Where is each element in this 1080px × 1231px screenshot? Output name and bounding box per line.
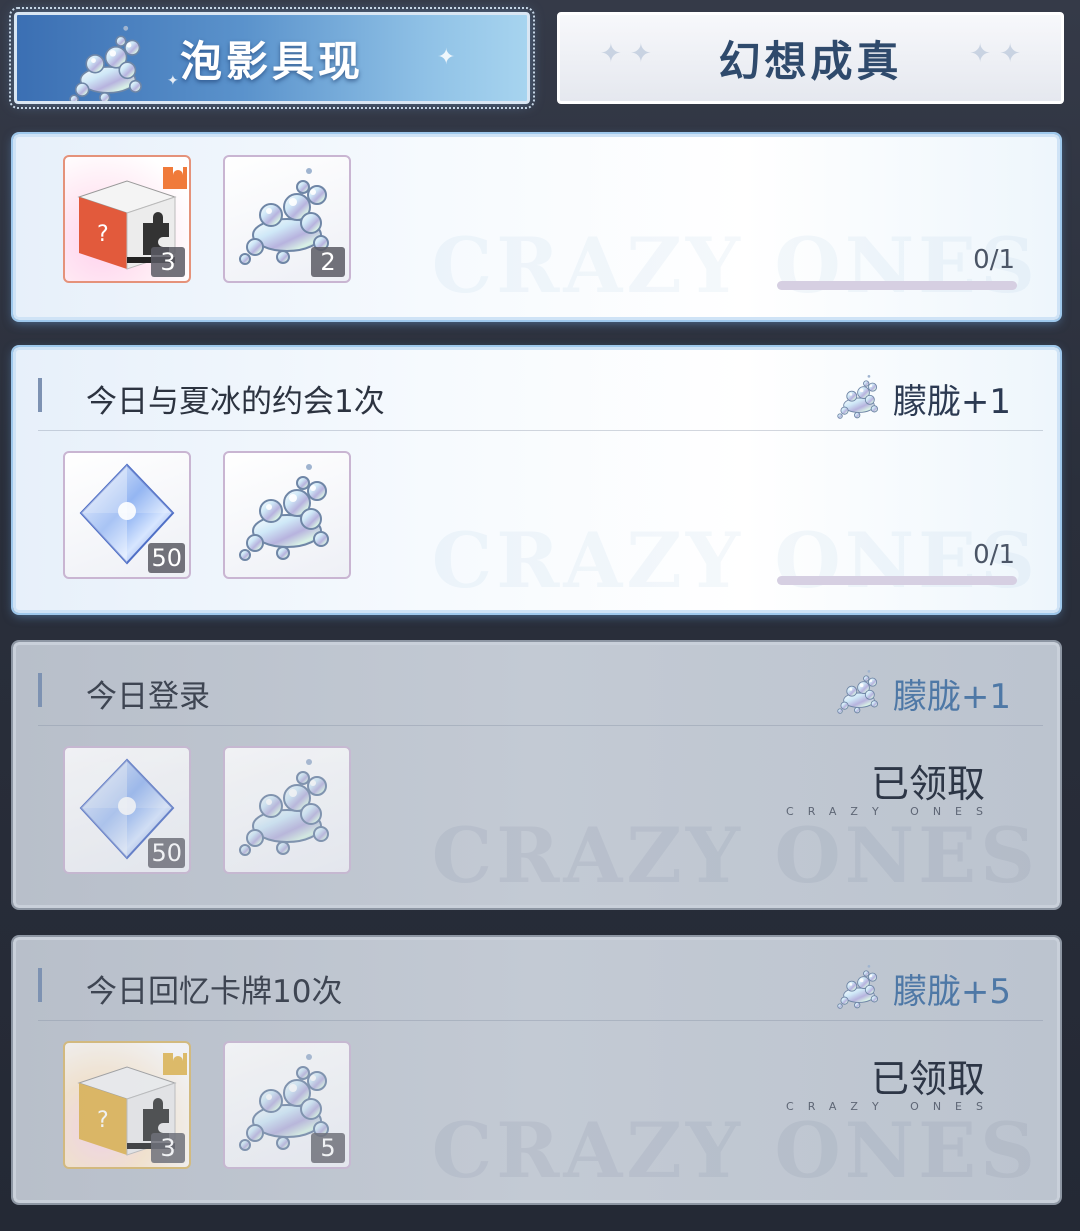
divider: [38, 430, 1043, 431]
sparkle-icon: ✦: [437, 45, 456, 70]
watermark: CRAZY ONES: [431, 516, 1039, 605]
bubble-icon: [225, 453, 349, 577]
reward-item[interactable]: 3: [63, 1041, 191, 1169]
bubble-icon: [831, 665, 887, 721]
reward-label: 朦胧+5: [892, 971, 1011, 1012]
progress-bar: [777, 281, 1017, 290]
item-count: 50: [148, 543, 185, 573]
item-count: 50: [148, 838, 185, 868]
tab-label: 幻想成真: [718, 36, 903, 86]
tab-bubble-manifest[interactable]: ✦ ✦ 泡影具现: [9, 7, 535, 109]
watermark: CRAZY ONES: [431, 221, 1039, 310]
task-card: 今日回忆卡牌10次 朦胧+5 CRAZY ONES 3 5 已领取 CRAZY …: [13, 937, 1060, 1203]
item-count: 3: [151, 247, 185, 277]
claimed-status: 已领取: [870, 762, 985, 806]
task-reward: 朦胧+1: [831, 370, 1011, 426]
task-card: 今日登录 朦胧+1 CRAZY ONES 50 已领取 CRAZY ONES: [13, 642, 1060, 908]
plus-decoration: ✦: [630, 39, 652, 69]
task-card: 今日与夏冰的约会1次 朦胧+1 CRAZY ONES 50 0/1: [13, 347, 1060, 613]
divider: [38, 725, 1043, 726]
sparkle-icon: ✦: [167, 73, 179, 89]
item-count: 5: [311, 1133, 345, 1163]
reward-item[interactable]: 3: [63, 155, 191, 283]
claimed-subtext: CRAZY ONES: [786, 1100, 997, 1113]
task-reward: 朦胧+5: [831, 960, 1011, 1016]
reward-label: 朦胧+1: [892, 381, 1011, 422]
bubble-icon: [831, 960, 887, 1016]
reward-item[interactable]: 5: [223, 1041, 351, 1169]
tab-fantasy-come-true[interactable]: ✦ ✦ ✦ ✦ 幻想成真: [557, 12, 1064, 104]
progress-text: 0/1: [973, 540, 1015, 570]
divider: [38, 1020, 1043, 1021]
reward-item[interactable]: 2: [223, 155, 351, 283]
screen: ✦ ✦ 泡影具现 ✦ ✦ ✦ ✦ 幻想成真 CRAZY ONES 3 2 0/1…: [0, 0, 1080, 1231]
item-count: 2: [311, 247, 345, 277]
task-title: 今日与夏冰的约会1次: [86, 384, 385, 420]
plus-decoration: ✦: [600, 39, 622, 69]
task-reward: 朦胧+1: [831, 665, 1011, 721]
task-title: 今日回忆卡牌10次: [86, 974, 343, 1010]
reward-label: 朦胧+1: [892, 676, 1011, 717]
title-accent-bar: [38, 968, 42, 1002]
watermark: CRAZY ONES: [431, 811, 1039, 900]
item-count: 3: [151, 1133, 185, 1163]
task-card: CRAZY ONES 3 2 0/1: [13, 134, 1060, 320]
watermark: CRAZY ONES: [431, 1106, 1039, 1195]
reward-item[interactable]: 50: [63, 746, 191, 874]
claimed-subtext: CRAZY ONES: [786, 805, 997, 818]
claimed-status: 已领取: [870, 1057, 985, 1101]
bubble-icon: [53, 17, 163, 104]
title-accent-bar: [38, 378, 42, 412]
plus-decoration: ✦: [969, 39, 991, 69]
bubble-icon: [831, 370, 887, 426]
plus-decoration: ✦: [999, 39, 1021, 69]
reward-item[interactable]: [223, 451, 351, 579]
reward-item[interactable]: [223, 746, 351, 874]
title-accent-bar: [38, 673, 42, 707]
bubble-icon: [225, 748, 349, 872]
tab-label: 泡影具现: [179, 36, 364, 86]
progress-text: 0/1: [973, 245, 1015, 275]
progress-bar: [777, 576, 1017, 585]
reward-item[interactable]: 50: [63, 451, 191, 579]
task-title: 今日登录: [86, 679, 210, 715]
